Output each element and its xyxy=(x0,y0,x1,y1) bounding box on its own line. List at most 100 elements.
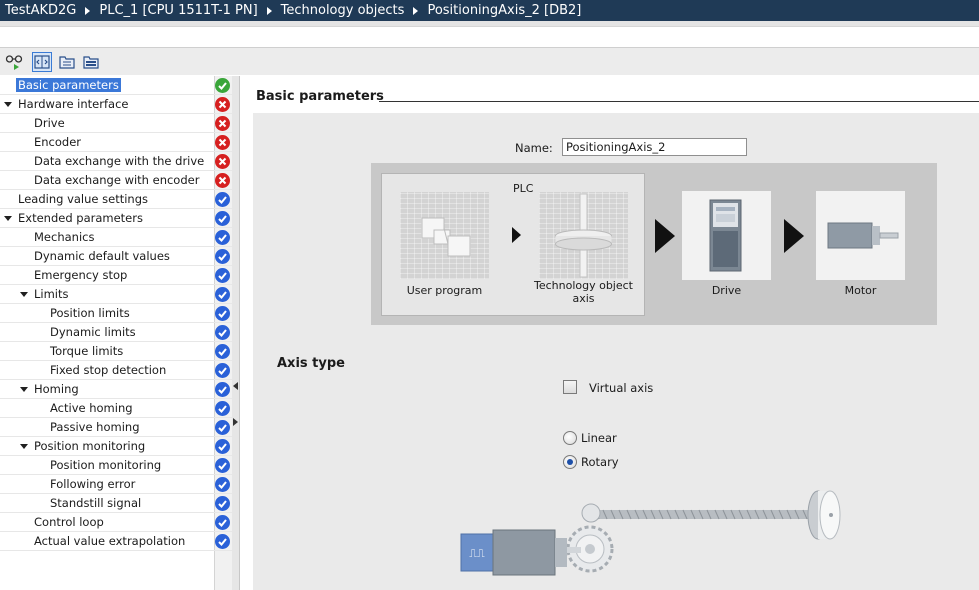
breadcrumb-project[interactable]: TestAKD2G xyxy=(5,3,76,18)
nav-item[interactable]: Active homing xyxy=(0,399,232,418)
toolbar-button-tree[interactable] xyxy=(57,52,77,72)
nav-item-label: Control loop xyxy=(34,515,104,529)
breadcrumb-axis[interactable]: PositioningAxis_2 [DB2] xyxy=(427,3,581,18)
nav-item[interactable]: Encoder xyxy=(0,133,232,152)
nav-item[interactable]: Control loop xyxy=(0,513,232,532)
expand-arrow-icon[interactable] xyxy=(4,216,12,221)
expand-right-icon[interactable] xyxy=(233,418,238,426)
motor-caption: Motor xyxy=(844,284,877,297)
nav-item[interactable]: Drive xyxy=(0,114,232,133)
nav-item-label: Data exchange with the drive xyxy=(34,154,205,168)
nav-item[interactable]: Basic parameters xyxy=(0,76,232,95)
status-check-blue-icon xyxy=(215,458,230,473)
status-check-blue-icon xyxy=(215,477,230,492)
drive-icon xyxy=(709,199,742,272)
expand-columns-icon xyxy=(34,55,50,69)
nav-item[interactable]: Passive homing xyxy=(0,418,232,437)
nav-item-label: Position monitoring xyxy=(34,439,146,453)
status-error-icon xyxy=(215,135,230,150)
nav-item[interactable]: Data exchange with encoder xyxy=(0,171,232,190)
nav-item-label: Homing xyxy=(34,382,79,396)
drive-picture xyxy=(682,191,771,280)
flow-arrow-icon xyxy=(655,219,675,253)
panel-splitter[interactable] xyxy=(232,76,240,590)
axis-diagram: PLC User program Technology object axis … xyxy=(371,163,937,325)
status-check-blue-icon xyxy=(215,439,230,454)
status-check-blue-icon xyxy=(215,249,230,264)
nav-item[interactable]: Actual value extrapolation xyxy=(0,532,232,551)
nav-item[interactable]: Dynamic limits xyxy=(0,323,232,342)
nav-item-label: Hardware interface xyxy=(18,97,129,111)
nav-item[interactable]: Data exchange with the drive xyxy=(0,152,232,171)
toolbar-button-expand[interactable] xyxy=(32,52,52,72)
radio-rotary-label[interactable]: Rotary xyxy=(581,455,619,469)
nav-item[interactable]: Hardware interface xyxy=(0,95,232,114)
toolbar-button-list[interactable] xyxy=(81,52,101,72)
radio-linear-label[interactable]: Linear xyxy=(581,431,617,445)
radio-rotary[interactable] xyxy=(563,455,577,469)
status-check-green-icon xyxy=(215,78,230,93)
section-title: Basic parameters xyxy=(256,89,384,104)
nav-item-label: Standstill signal xyxy=(50,496,142,510)
parameter-navigation: Basic parameters Hardware interface Drive E… xyxy=(0,76,232,590)
virtual-axis-label[interactable]: Virtual axis xyxy=(589,381,653,395)
nav-item-label: Dynamic default values xyxy=(34,249,170,263)
nav-item[interactable]: Dynamic default values xyxy=(0,247,232,266)
nav-item-label: Following error xyxy=(50,477,136,491)
status-error-icon xyxy=(215,154,230,169)
nav-item[interactable]: Limits xyxy=(0,285,232,304)
name-label: Name: xyxy=(515,141,553,155)
status-check-blue-icon xyxy=(215,363,230,378)
technology-object-caption: Technology object axis xyxy=(533,279,633,305)
motor-icon xyxy=(827,222,899,249)
expand-arrow-icon[interactable] xyxy=(20,387,28,392)
nav-item[interactable]: Torque limits xyxy=(0,342,232,361)
basic-parameters-content: Name: PositioningAxis_2 PLC User program xyxy=(253,113,979,590)
nav-item-label: Emergency stop xyxy=(34,268,128,282)
virtual-axis-checkbox[interactable] xyxy=(563,380,577,394)
toolbar-button-view[interactable] xyxy=(4,52,24,72)
nav-item-label: Active homing xyxy=(50,401,133,415)
status-check-blue-icon xyxy=(215,420,230,435)
plc-box: PLC User program Technology object axis xyxy=(381,173,645,316)
status-check-blue-icon xyxy=(215,230,230,245)
status-check-blue-icon xyxy=(215,515,230,530)
breadcrumb-technology-objects[interactable]: Technology objects xyxy=(281,3,405,18)
nav-item-label: Torque limits xyxy=(50,344,124,358)
nav-item[interactable]: Following error xyxy=(0,475,232,494)
nav-item[interactable]: Fixed stop detection xyxy=(0,361,232,380)
radio-linear[interactable] xyxy=(563,431,577,445)
breadcrumb: TestAKD2G PLC_1 [CPU 1511T-1 PN] Technol… xyxy=(0,0,979,21)
status-error-icon xyxy=(215,173,230,188)
breadcrumb-plc[interactable]: PLC_1 [CPU 1511T-1 PN] xyxy=(99,3,257,18)
nav-item-label: Position limits xyxy=(50,306,130,320)
nav-item[interactable]: Position limits xyxy=(0,304,232,323)
servo-motor-icon: ⎍⎍ xyxy=(460,529,581,576)
collapse-left-icon[interactable] xyxy=(233,382,238,390)
nav-item[interactable]: Homing xyxy=(0,380,232,399)
leadscrew-icon xyxy=(593,509,823,520)
nav-item[interactable]: Position monitoring xyxy=(0,437,232,456)
nav-item[interactable]: Emergency stop xyxy=(0,266,232,285)
nav-item[interactable]: Extended parameters xyxy=(0,209,232,228)
status-error-icon xyxy=(215,97,230,112)
editor-tab-strip xyxy=(0,26,979,48)
nav-item[interactable]: Leading value settings xyxy=(0,190,232,209)
breadcrumb-separator-icon xyxy=(85,6,91,15)
radio-selected-dot xyxy=(567,459,573,465)
nav-item[interactable]: Position monitoring xyxy=(0,456,232,475)
nav-item[interactable]: Mechanics xyxy=(0,228,232,247)
expand-arrow-icon[interactable] xyxy=(20,292,28,297)
status-check-blue-icon xyxy=(215,287,230,302)
nav-item-label: Fixed stop detection xyxy=(50,363,167,377)
nav-item-label: Position monitoring xyxy=(50,458,162,472)
expand-arrow-icon[interactable] xyxy=(20,444,28,449)
main-panel: Basic parameters Name: PositioningAxis_2… xyxy=(241,76,979,590)
expand-arrow-icon[interactable] xyxy=(4,102,12,107)
nav-item-label: Leading value settings xyxy=(18,192,148,206)
axis-name-input[interactable]: PositioningAxis_2 xyxy=(562,138,747,156)
nav-item-label: Dynamic limits xyxy=(50,325,136,339)
flow-arrow-icon xyxy=(784,219,804,253)
nav-item[interactable]: Standstill signal xyxy=(0,494,232,513)
section-divider xyxy=(379,101,979,102)
